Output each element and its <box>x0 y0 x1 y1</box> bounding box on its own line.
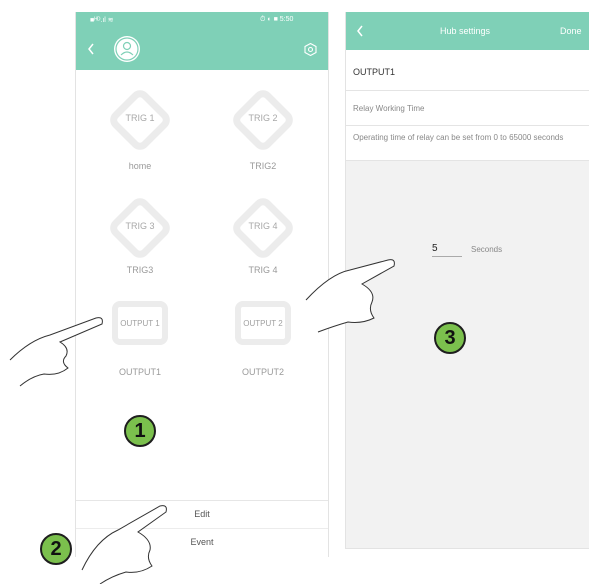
hand-pointer-icon <box>9 259 395 584</box>
step-1-marker: 1 <box>124 415 156 447</box>
step-3-marker: 3 <box>434 322 466 354</box>
step-2-marker: 2 <box>40 533 72 565</box>
